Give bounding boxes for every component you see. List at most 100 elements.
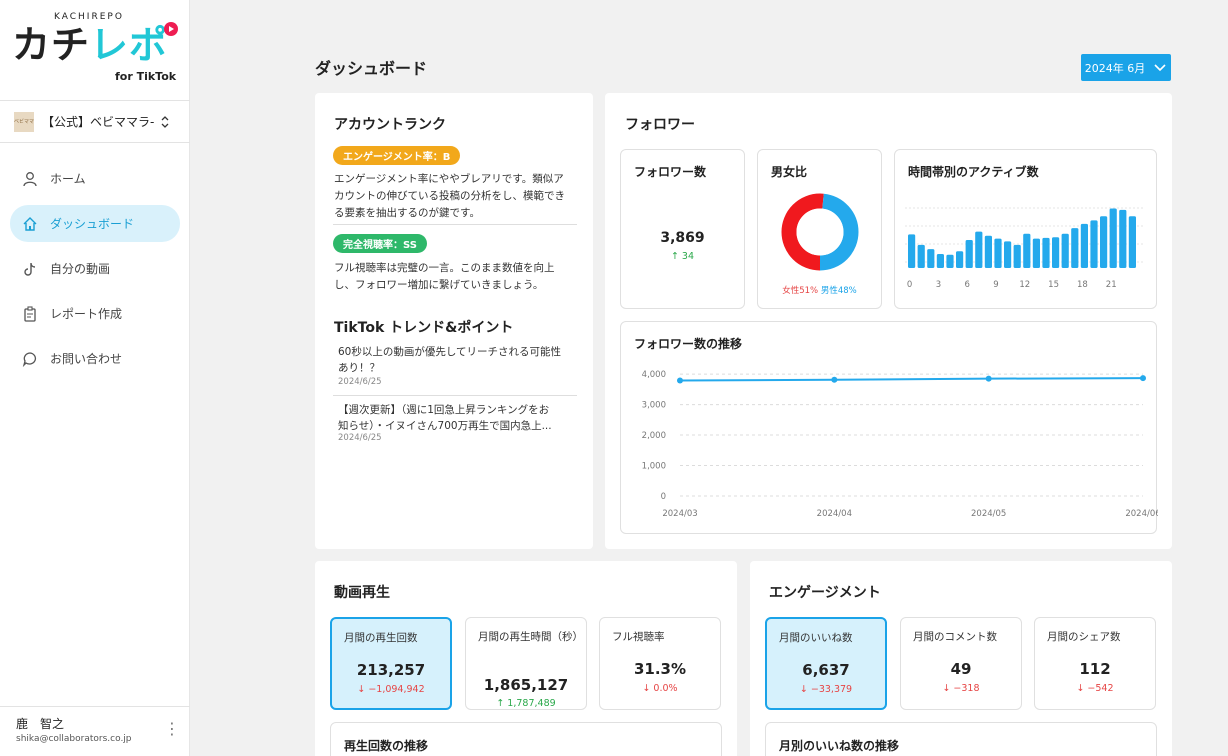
hour-tick-label: 18 [1077,280,1088,290]
follower-trend-point [1140,375,1146,382]
hour-bar [1013,244,1021,268]
hour-bar [1109,208,1117,268]
updown-caret-icon [161,115,169,128]
trend-item-title[interactable]: 60秒以上の動画が優先してリーチされる可能性 あり！？ [338,344,583,376]
nav-item-my-videos[interactable]: 自分の動画 [10,250,180,287]
full-view-rate-label: フル視聴率 [612,631,665,643]
monthly-watch-time-delta: ↑ 1,787,489 [496,698,556,709]
nav-item-contact[interactable]: お問い合わせ [10,340,180,377]
hour-bar [965,240,973,268]
hour-bar [994,238,1002,268]
male-ratio: 男性48% [820,286,857,296]
monthly-shares-delta: ↓ −542 [1076,683,1114,694]
hour-bar [908,234,916,268]
trend-item-date: 2024/6/25 [338,433,382,443]
video-playback-title: 動画再生 [334,585,390,601]
monthly-watch-time-value: 1,865,127 [483,676,569,694]
nav-label-my-videos: 自分の動画 [50,262,111,276]
trend-item-title[interactable]: 【週次更新】（週に1回急上昇ランキングをお 知らせ）・イヌイさん700万再生で国内… [338,402,583,434]
hour-bar [1032,238,1040,268]
hour-bar [1071,228,1079,268]
nav-item-dashboard[interactable]: ダッシュボード [10,205,180,242]
plays-trend-label: 再生回数の推移 [344,739,429,753]
gender-legend: 女性51% 男性48% [758,284,881,296]
monthly-comments-label: 月間のコメント数 [913,631,997,643]
hour-tick-label: 15 [1048,280,1059,290]
hour-bar [1128,216,1136,268]
hour-bar [1080,223,1088,268]
hour-bar [1052,237,1060,268]
monthly-likes-label: 月間のいいね数 [779,632,853,644]
x-tick-label: 2024/06 [1125,509,1158,519]
hour-tick-label: 9 [993,280,998,290]
hour-bar [927,249,935,268]
nav-label-home: ホーム [50,172,86,186]
user-footer: 鹿 智之 shika@collaborators.co.jp ⋮ [0,706,190,756]
hour-tick-label: 0 [907,280,912,290]
y-tick-label: 3,000 [642,401,666,411]
user-icon [22,171,38,187]
female-ratio: 女性51% [782,286,819,296]
divider [333,224,577,225]
hour-bar [1023,233,1031,268]
account-name: 【公式】ベビママラ- [42,115,155,129]
monthly-comments-delta: ↓ −318 [942,683,980,694]
trend-section-title: TikTok トレンド&ポイント [334,320,514,336]
engagement-title: エンゲージメント [769,585,881,601]
kachirepo-logo[interactable]: KACHIREPO カチレポ for TikTok [12,8,182,88]
x-tick-label: 2024/04 [817,509,852,519]
full-view-rate-delta: ↓ 0.0% [642,683,678,694]
follower-trend-line [679,377,1144,382]
active-by-hour-label: 時間帯別のアクティブ数 [908,165,1039,179]
active-by-hour-card: 時間帯別のアクティブ数 0 3 6 9 12 15 18 21 [894,149,1157,309]
gender-donut-chart [781,193,859,271]
plays-trend-card: 再生回数の推移 [330,722,722,756]
follower-trend-chart: 0 1,000 2,000 3,000 4,000 2024/03 2024/04 2024/… [642,370,1158,519]
nav-label-dashboard: ダッシュボード [50,217,135,231]
follower-trend-point [831,376,838,383]
hour-bar [1004,241,1012,268]
y-tick-label: 1,000 [642,462,666,472]
divider [333,395,577,396]
monthly-shares-card[interactable]: 月間のシェア数 112 ↓ −542 [1034,617,1156,710]
play-badge-icon [164,22,178,36]
full-view-rank-badge: 完全視聴率：SS [333,234,427,253]
full-view-rank-text: フル視聴率は完璧の一言。このまま数値を向上 し、フォロワー増加に繋げていきましょう… [334,262,555,291]
hour-bar [1100,216,1108,268]
monthly-comments-card[interactable]: 月間のコメント数 49 ↓ −318 [900,617,1022,710]
nav-label-report: レポート作成 [50,307,123,321]
video-playback-panel: 動画再生 月間の再生回数 213,257 ↓ −1,094,942 月間の再生時… [315,561,737,756]
account-rank-title: アカウントランク [334,117,446,133]
engagement-panel: エンゲージメント 月間のいいね数 6,637 ↓ −33,379 月間のコメント… [750,561,1172,756]
monthly-watch-time-card[interactable]: 月間の再生時間（秒） 1,865,127 ↑ 1,787,489 [465,617,587,710]
likes-trend-card: 月別のいいね数の推移 [765,722,1157,756]
nav-item-report[interactable]: レポート作成 [10,295,180,332]
follower-trend-label: フォロワー数の推移 [634,337,743,351]
follower-section-title: フォロワー [625,117,695,133]
hour-bar [936,254,944,268]
hour-bar [984,235,992,268]
hour-bar [1119,209,1127,268]
monthly-plays-label: 月間の再生回数 [344,632,418,644]
donut-hole [796,208,844,256]
month-selector-label: 2024年 6月 [1084,61,1146,75]
full-view-rate-value: 31.3% [633,660,687,678]
y-tick-label: 4,000 [642,370,666,380]
full-view-rate-card[interactable]: フル視聴率 31.3% ↓ 0.0% [599,617,721,710]
monthly-plays-card[interactable]: 月間の再生回数 213,257 ↓ −1,094,942 [330,617,452,710]
logo-sub-text: for TikTok [115,70,177,83]
monthly-likes-delta: ↓ −33,379 [799,684,853,695]
month-selector[interactable]: 2024年 6月 [1081,54,1171,81]
logo-main-text: カチレポ [12,23,169,67]
monthly-likes-card[interactable]: 月間のいいね数 6,637 ↓ −33,379 [765,617,887,710]
nav-item-home[interactable]: ホーム [10,160,180,197]
trend-item-date: 2024/6/25 [338,377,382,387]
sidebar: KACHIREPO カチレポ for TikTok ベビママ 【公式】ベビママラ… [0,0,190,756]
follower-trend-card: フォロワー数の推移 0 1,000 2,000 3,000 4,000 2024/03 20… [620,321,1158,534]
hour-tick-label: 12 [1019,280,1030,290]
more-vertical-icon[interactable]: ⋮ [164,719,180,738]
account-switcher[interactable]: ベビママ 【公式】ベビママラ- [0,100,190,143]
likes-trend-label: 月別のいいね数の推移 [779,739,900,753]
monthly-plays-value: 213,257 [356,661,426,679]
logo-small-text: KACHIREPO [54,12,124,22]
